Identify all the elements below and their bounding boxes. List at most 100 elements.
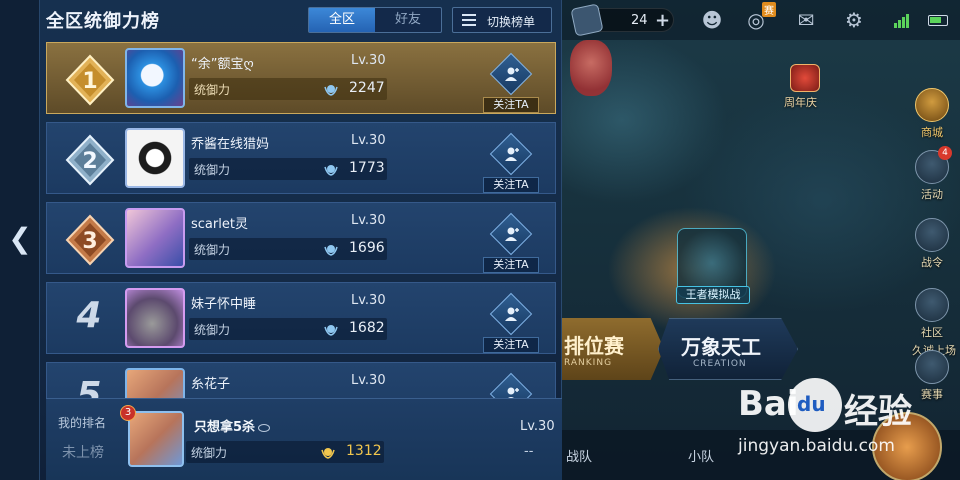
tab-friends[interactable]: 好友: [375, 8, 441, 32]
laurel-icon: [324, 325, 338, 336]
my-avatar[interactable]: [128, 411, 184, 467]
leaderboard-row[interactable]: 2 乔酱在线猎妈 Lv.30 统御力 1773 关注TA: [46, 122, 556, 194]
leaderboard-row[interactable]: 3 scarlet灵 Lv.30 统御力 1696 关注TA: [46, 202, 556, 274]
creation-title: 万象天工: [681, 335, 761, 359]
leaderboard-row[interactable]: 1 “余”额宝ღ Lv.30 统御力 2247 关注TA: [46, 42, 556, 114]
follow-button[interactable]: 关注TA: [483, 212, 539, 275]
currency-box[interactable]: 24 +: [570, 3, 674, 37]
player-name: 乔酱在线猎妈: [191, 137, 270, 152]
laurel-icon: [324, 245, 338, 256]
switch-leaderboard-button[interactable]: 切换榜单: [452, 7, 552, 33]
silver-medal-icon: 2: [65, 134, 115, 186]
my-rank-placeholder: --: [524, 444, 534, 459]
battle-pass-button[interactable]: 战令: [912, 218, 952, 270]
follow-label: 关注TA: [483, 257, 539, 273]
list-icon: [462, 14, 476, 26]
esports-button[interactable]: 赛事: [912, 350, 952, 402]
rank-number: 2: [82, 149, 97, 174]
battery-icon: [928, 15, 948, 26]
currency-count: 24: [631, 13, 648, 28]
shop-label: 商城: [921, 126, 943, 139]
avatar[interactable]: [125, 128, 185, 188]
shop-button[interactable]: 商城: [912, 88, 952, 140]
bronze-medal-icon: 3: [65, 214, 115, 266]
mode-tag[interactable]: 王者模拟战: [676, 286, 750, 304]
tab-all-region[interactable]: 全区: [309, 8, 375, 32]
friends-icon[interactable]: ☻: [700, 9, 724, 31]
stat-label: 统御力: [194, 83, 231, 97]
rank-number: 1: [82, 69, 97, 94]
switch-leaderboard-label: 切换榜单: [487, 15, 536, 29]
creation-mode-button[interactable]: 万象天工 CREATION: [658, 318, 798, 380]
laurel-icon: [324, 165, 338, 176]
leaderboard-row[interactable]: 4 妹子怀中睡 Lv.30 统御力 1682 关注TA: [46, 282, 556, 354]
shop-icon: [915, 88, 949, 122]
stat-value: 2247: [349, 80, 385, 96]
player-level: Lv.30: [351, 373, 386, 388]
rank-number: 5: [76, 375, 102, 398]
stat-label: 统御力: [194, 163, 231, 177]
game-lobby-background: 24 + ☻ ◎ 赛 ✉ ⚙ 周年庆 商城 4 活动 战令 社区 久诚上场 赛事…: [562, 0, 960, 480]
ranked-mode-button[interactable]: 排位赛 RANKING: [562, 318, 664, 380]
squad-tab[interactable]: 小队: [688, 446, 714, 465]
battle-pass-icon: [915, 218, 949, 252]
leaderboard-row[interactable]: 5 糸花子 Lv.30: [46, 362, 556, 398]
player-name: 妹子怀中睡: [191, 297, 257, 312]
signal-icon: [894, 14, 910, 28]
mail-icon[interactable]: ✉: [794, 9, 818, 31]
watermark-brand-suffix: 经验: [844, 392, 912, 432]
my-player-name: 只想拿5杀: [194, 416, 271, 435]
community-icon: [915, 288, 949, 322]
stat-bar: 统御力 2247: [189, 78, 387, 100]
stat-value: 1682: [349, 320, 385, 336]
events-label: 活动: [921, 188, 943, 201]
ranked-title: 排位赛: [564, 334, 624, 358]
lobby-top-bar: 24 + ☻ ◎ 赛 ✉ ⚙: [562, 0, 960, 40]
esports-icon: [915, 350, 949, 384]
stat-value: 1773: [349, 160, 385, 176]
leaderboard-list[interactable]: 1 “余”额宝ღ Lv.30 统御力 2247 关注TA 2 乔酱在线猎妈 Lv…: [46, 42, 556, 398]
gold-medal-icon: 1: [65, 54, 115, 106]
follow-label: 关注TA: [483, 177, 539, 193]
coupon-icon: [570, 3, 604, 37]
follow-button[interactable]: [487, 372, 537, 398]
anniversary-label: 周年庆: [784, 96, 817, 109]
stat-bar: 统御力 1682: [189, 318, 387, 340]
follow-button[interactable]: 关注TA: [483, 292, 539, 355]
laurel-icon: [321, 448, 335, 459]
follow-label: 关注TA: [483, 97, 539, 113]
avatar[interactable]: [125, 208, 185, 268]
page-title: 全区统御力榜: [46, 11, 160, 32]
collapse-arrow-icon[interactable]: ❮: [8, 224, 32, 254]
event-badge: 赛: [762, 2, 776, 17]
follow-button[interactable]: 关注TA: [483, 52, 539, 115]
community-button[interactable]: 社区 久诚上场: [912, 288, 956, 358]
my-level-badge: 3: [120, 405, 136, 421]
my-level: Lv.30: [520, 419, 555, 434]
creation-subtitle: CREATION: [693, 359, 747, 369]
add-currency-icon[interactable]: +: [655, 10, 670, 31]
avatar[interactable]: [125, 48, 185, 108]
follow-button[interactable]: 关注TA: [483, 132, 539, 195]
follow-person-icon: [505, 227, 519, 241]
events-badge: 4: [938, 146, 952, 160]
avatar[interactable]: [125, 368, 185, 398]
gear-icon[interactable]: ⚙: [842, 9, 866, 31]
left-rail: ❮: [0, 0, 40, 480]
my-stat-bar: 统御力 1312: [186, 441, 384, 463]
scope-tabs: 全区 好友: [308, 7, 442, 33]
avatar[interactable]: [125, 288, 185, 348]
rank-number: 3: [82, 229, 97, 254]
lantern-decoration: [570, 40, 612, 96]
player-level: Lv.30: [351, 293, 386, 308]
team-tab[interactable]: 战队: [566, 446, 592, 465]
baidu-paw-icon: [788, 378, 842, 432]
anniversary-icon[interactable]: [790, 64, 820, 92]
player-level: Lv.30: [351, 213, 386, 228]
my-rank-status: 未上榜: [62, 445, 104, 461]
eye-icon: [258, 423, 271, 432]
community-label: 社区: [921, 326, 943, 339]
my-rank-footer: 我的排名 未上榜 3 只想拿5杀 Lv.30 统御力 1312 --: [46, 398, 562, 480]
stat-bar: 统御力 1773: [189, 158, 387, 180]
events-button[interactable]: 4 活动: [912, 146, 952, 202]
